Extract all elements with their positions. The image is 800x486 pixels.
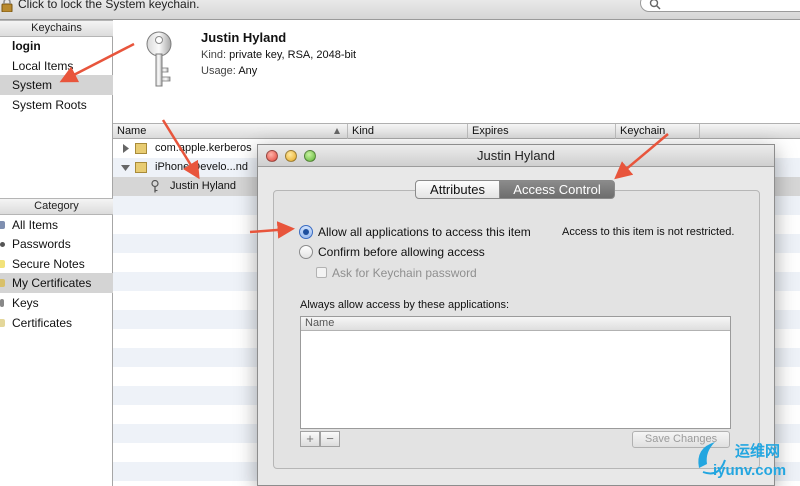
item-kind: Kind: private key, RSA, 2048-bit [201,49,356,61]
search-input[interactable] [640,0,800,12]
column-header-expires[interactable]: Expires [468,124,616,139]
category-item-keys[interactable]: Keys [0,293,113,313]
category-header: Category [0,198,113,215]
dialog-title: Justin Hyland [476,148,556,163]
category-item-label: Secure Notes [12,257,85,271]
sidebar-item-system-roots[interactable]: System Roots [0,95,113,115]
row-name: iPhone Develo...nd [155,161,248,173]
always-allow-label: Always allow access by these application… [300,299,510,311]
sidebar-item-system[interactable]: System [0,75,113,95]
item-info-dialog: Justin Hyland Allow all applications to … [257,144,775,486]
tab-access-control[interactable]: Access Control [499,180,615,199]
allow-all-label[interactable]: Allow all applications to access this it… [318,225,531,239]
row-name: com.apple.kerberos [155,142,252,154]
category-item-label: My Certificates [12,276,92,290]
private-key-icon [151,180,159,193]
dialog-titlebar[interactable]: Justin Hyland [258,145,774,167]
category-item-my-certificates[interactable]: My Certificates [0,273,113,293]
disclosure-closed-icon[interactable] [122,144,130,153]
watermark: 运维网 iyunv.com [693,438,793,484]
apps-column-name[interactable]: Name [301,317,730,331]
sort-ascending-icon [334,128,340,134]
sidebar-item-label: login [12,39,41,53]
minimize-window-button[interactable] [285,150,297,162]
lock-icon[interactable] [0,0,14,12]
usage-label: Usage: [201,65,236,77]
watermark-en: iyunv.com [713,462,787,479]
item-usage: Usage: Any [201,65,257,77]
add-app-button[interactable]: + [300,431,320,447]
item-title: Justin Hyland [201,30,287,45]
secure-notes-icon [0,260,5,268]
certificates-icon [0,319,5,327]
category-item-secure-notes[interactable]: Secure Notes [0,254,113,274]
category-item-label: Passwords [12,237,71,251]
zoom-window-button[interactable] [304,150,316,162]
kind-label: Kind: [201,49,227,61]
sidebar-item-login[interactable]: login [0,36,113,56]
sidebar: Keychains login Local Items System Syste… [0,20,113,486]
certificate-icon [135,162,147,173]
keys-icon [0,299,4,307]
all-items-icon [0,221,5,229]
certificate-icon [135,143,147,154]
item-info-panel: Justin Hyland Kind: private key, RSA, 20… [113,20,800,124]
watermark-cn: 运维网 [735,443,781,460]
lock-status-text[interactable]: Click to lock the System keychain. [18,0,199,11]
category-item-label: All Items [12,218,59,232]
column-header-name[interactable]: Name [113,124,348,139]
sidebar-item-label: System Roots [12,98,87,112]
toolbar: Click to lock the System keychain. [0,0,800,20]
access-control-pane: Allow all applications to access this it… [273,190,760,469]
allowed-apps-table[interactable]: Name [300,316,731,429]
disclosure-open-icon[interactable] [121,164,130,172]
list-header: Name Kind Expires Keychain [113,124,800,139]
sidebar-item-label: Local Items [12,59,74,73]
category-item-label: Certificates [12,316,73,330]
sidebar-item-label: System [12,78,53,92]
category-item-label: Keys [12,296,39,310]
category-item-passwords[interactable]: Passwords [0,234,113,254]
allow-all-radio[interactable] [299,225,313,239]
kind-value: private key, RSA, 2048-bit [229,49,357,61]
confirm-access-radio[interactable] [299,245,313,259]
my-certificates-icon [0,279,5,287]
row-name: Justin Hyland [170,180,237,192]
usage-value: Any [238,65,258,77]
sidebar-item-local-items[interactable]: Local Items [0,56,113,76]
category-item-all-items[interactable]: All Items [0,215,113,235]
search-icon [649,0,661,10]
ask-password-checkbox[interactable] [316,267,327,278]
remove-app-button[interactable]: − [320,431,340,447]
column-header-keychain[interactable]: Keychain [616,124,700,139]
column-header-kind[interactable]: Kind [348,124,468,139]
key-icon [146,31,172,87]
category-item-certificates[interactable]: Certificates [0,313,113,333]
close-window-button[interactable] [266,150,278,162]
access-status-text: Access to this item is not restricted. [562,226,735,238]
confirm-access-label[interactable]: Confirm before allowing access [318,245,485,259]
keychains-header: Keychains [0,20,113,37]
tab-attributes[interactable]: Attributes [415,180,500,199]
passwords-icon [0,242,5,247]
ask-password-label[interactable]: Ask for Keychain password [332,266,477,280]
